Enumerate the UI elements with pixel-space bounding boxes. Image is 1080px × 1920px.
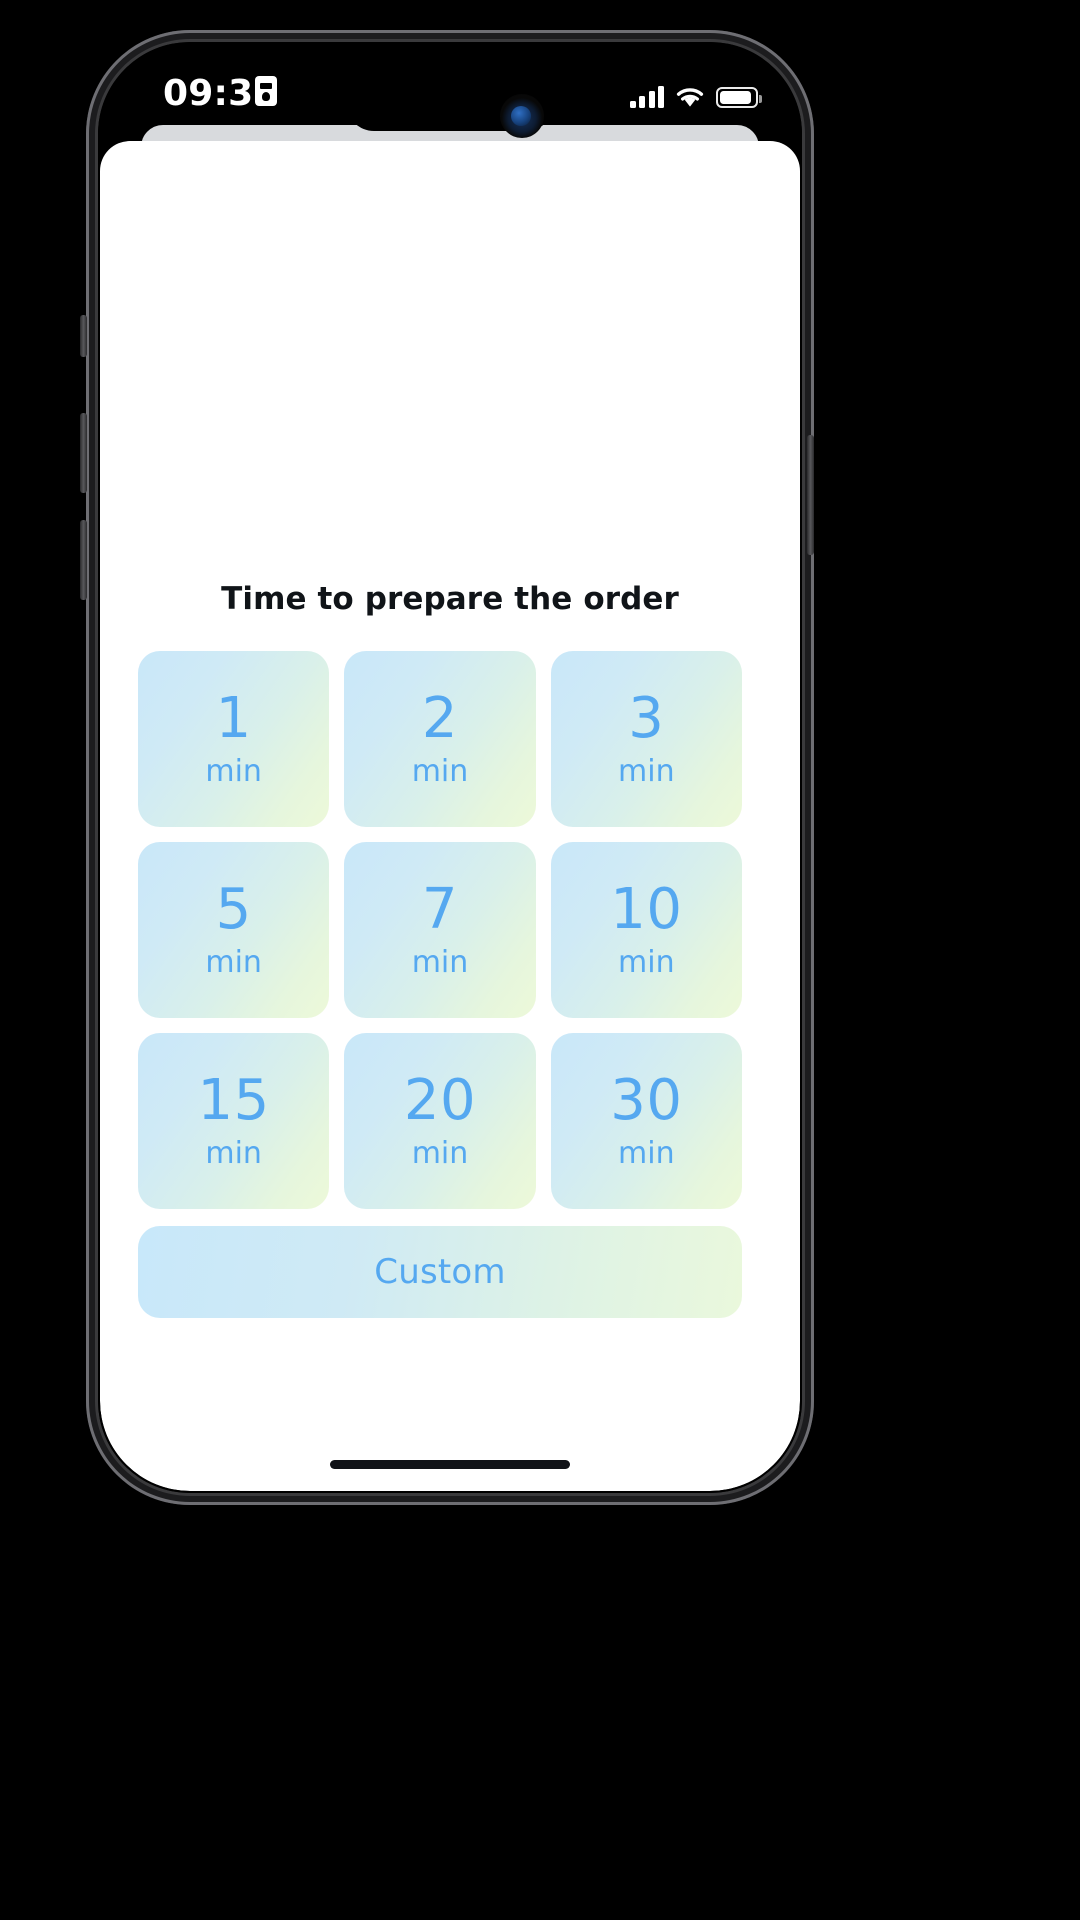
page-title: Time to prepare the order — [221, 581, 679, 617]
time-options-grid: 1 min 2 min 3 min 5 min 7 min 10 min 15 … — [138, 651, 742, 1209]
time-option-value: 3 — [628, 686, 665, 751]
status-bar-indicators — [629, 74, 762, 108]
power-button[interactable] — [807, 435, 814, 555]
time-option-value: 30 — [610, 1068, 683, 1133]
screenshot-root: Time to prepare the order 1 min 2 min 3 … — [0, 0, 1080, 1920]
time-option-unit: min — [618, 1136, 675, 1171]
app-content-area: Time to prepare the order 1 min 2 min 3 … — [100, 141, 800, 1491]
time-option-unit: min — [411, 945, 469, 980]
volume-up-button[interactable] — [80, 413, 87, 493]
id-card-icon — [255, 76, 277, 106]
time-option-value: 10 — [610, 877, 683, 942]
time-option-card[interactable]: 10 min — [550, 842, 742, 1018]
wifi-icon — [675, 86, 705, 108]
time-option-value: 20 — [403, 1068, 477, 1133]
time-option-value: 2 — [421, 686, 459, 751]
time-option-card[interactable]: 7 min — [344, 842, 536, 1018]
time-option-card[interactable]: 1 min — [138, 651, 330, 827]
time-option-value: 15 — [197, 1068, 270, 1133]
time-option-card[interactable]: 15 min — [138, 1033, 330, 1209]
time-option-card[interactable]: 5 min — [138, 842, 330, 1018]
time-option-value: 5 — [215, 877, 252, 942]
phone-screen: Time to prepare the order 1 min 2 min 3 … — [100, 44, 800, 1491]
custom-time-button[interactable]: Custom — [138, 1226, 742, 1318]
time-option-card[interactable]: 30 min — [550, 1033, 742, 1209]
time-option-unit: min — [205, 945, 262, 980]
time-option-unit: min — [411, 1136, 469, 1171]
volume-down-button[interactable] — [80, 520, 87, 600]
time-option-card[interactable]: 20 min — [344, 1033, 536, 1209]
time-option-unit: min — [618, 945, 675, 980]
battery-icon — [716, 87, 762, 108]
home-indicator[interactable] — [330, 1460, 570, 1469]
time-option-card[interactable]: 3 min — [550, 651, 742, 827]
time-option-unit: min — [411, 754, 469, 789]
time-option-value: 7 — [421, 877, 459, 942]
time-option-unit: min — [618, 754, 675, 789]
time-option-value: 1 — [215, 686, 252, 751]
front-camera-icon — [500, 94, 544, 138]
silent-switch-button[interactable] — [80, 315, 87, 357]
cellular-signal-icon — [629, 86, 664, 108]
time-option-unit: min — [205, 754, 262, 789]
time-option-card[interactable]: 2 min — [344, 651, 536, 827]
time-option-unit: min — [205, 1136, 262, 1171]
